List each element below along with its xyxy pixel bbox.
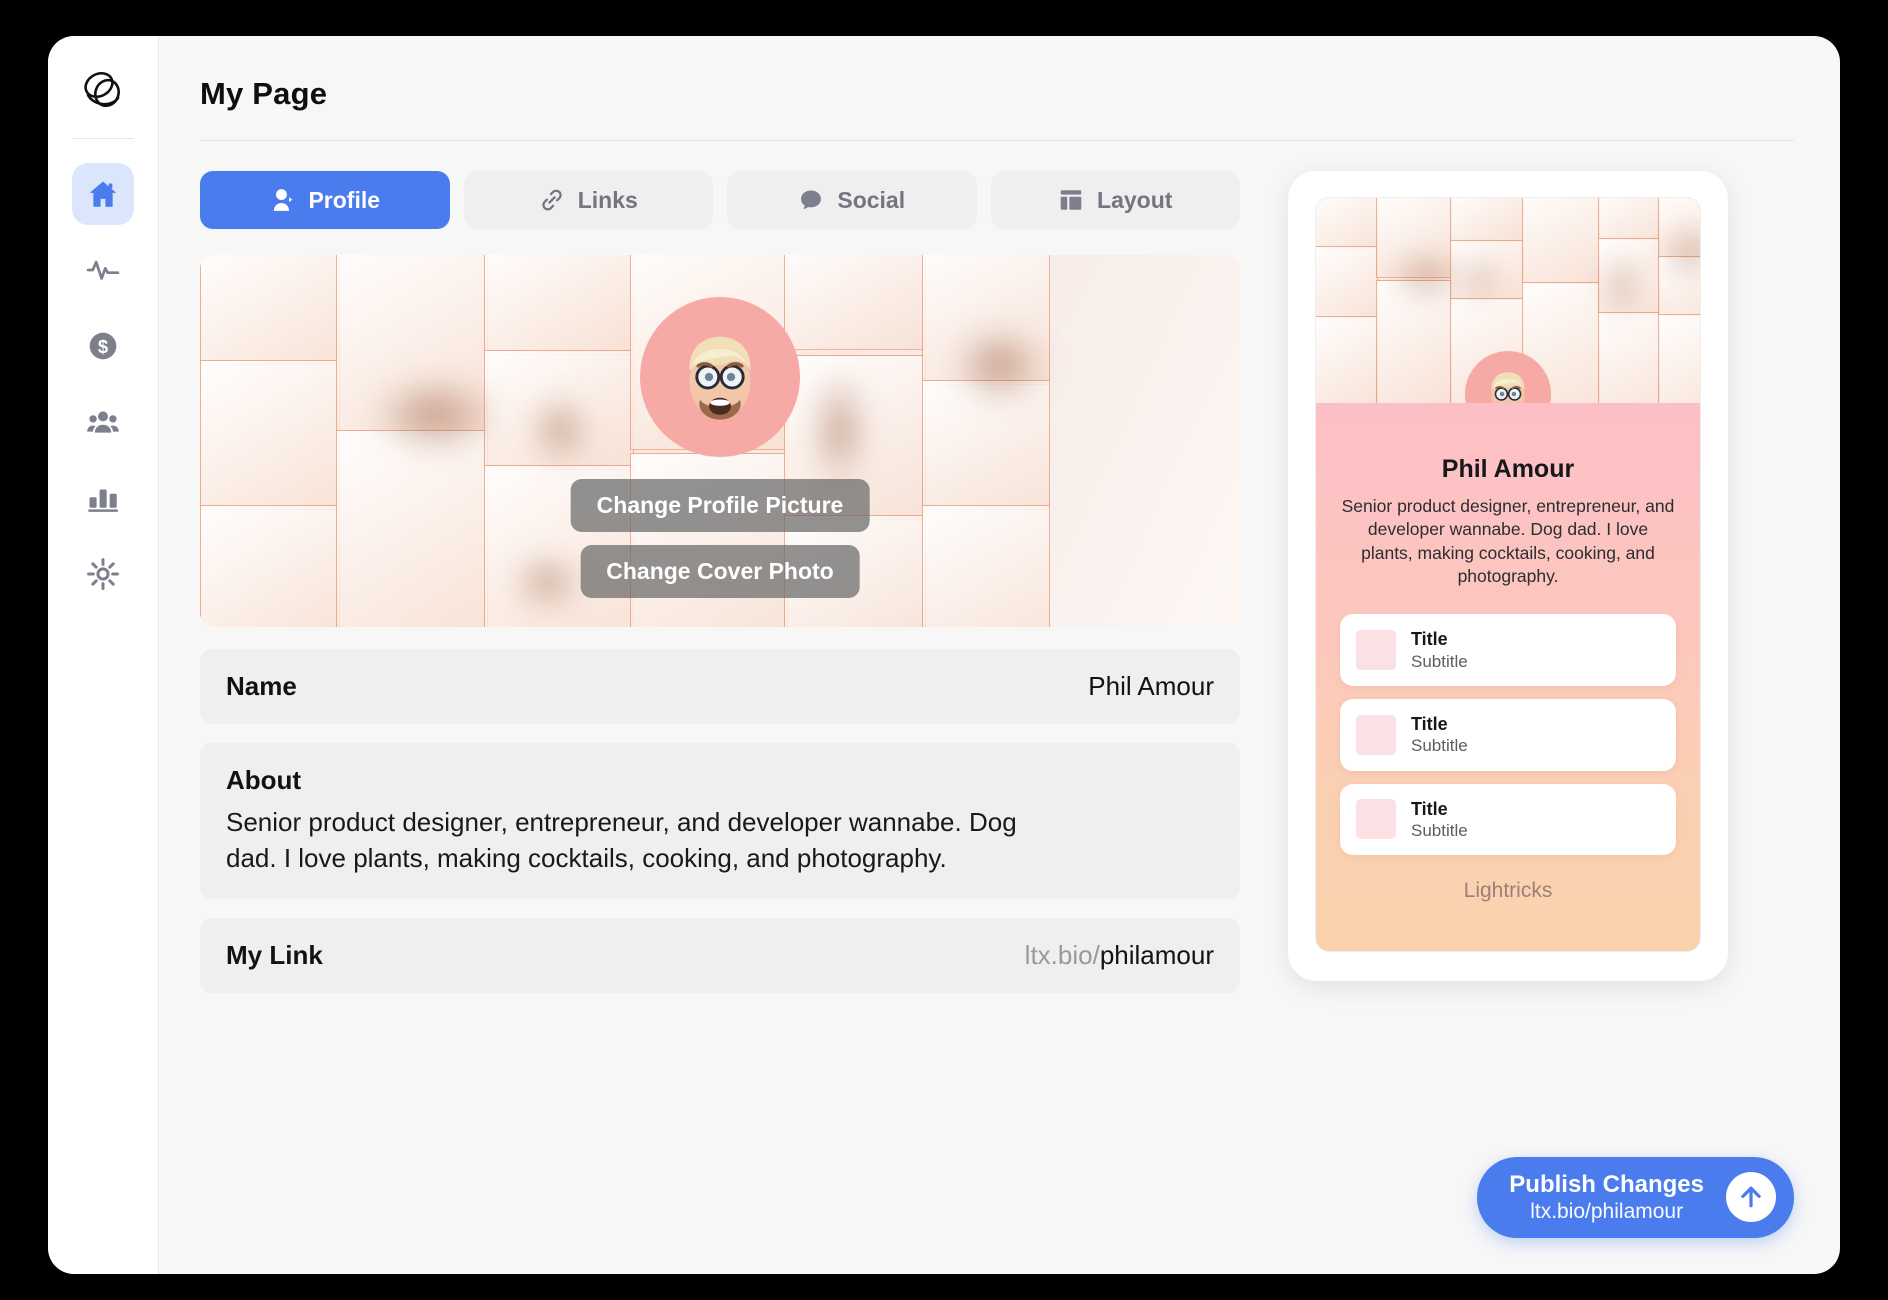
tab-links[interactable]: Links	[463, 171, 713, 229]
field-my-link[interactable]: My Link ltx.bio/philamour	[200, 917, 1240, 993]
link-title: Title	[1411, 713, 1448, 734]
link-thumbnail	[1356, 714, 1396, 755]
tab-social[interactable]: Social	[727, 171, 977, 229]
preview-column: Phil Amour Senior product designer, entr…	[1288, 171, 1728, 1274]
tab-layout[interactable]: Layout	[990, 171, 1240, 229]
memoji-avatar	[689, 336, 751, 420]
person-icon	[269, 187, 295, 213]
preview-body: Phil Amour Senior product designer, entr…	[1316, 403, 1700, 951]
field-name[interactable]: Name Phil Amour	[200, 649, 1240, 724]
sidebar-divider	[72, 138, 134, 139]
main-content: My Page Profile Links Social Layout Chan…	[158, 36, 1840, 1274]
preview-name: Phil Amour	[1441, 455, 1575, 483]
editor-column: Profile Links Social Layout Change Profi…	[200, 171, 1240, 1274]
profile-avatar[interactable]	[640, 297, 800, 457]
dollar-coin-icon: $	[86, 329, 120, 363]
memoji-avatar	[1491, 372, 1525, 403]
tab-links-label: Links	[577, 186, 638, 213]
sidebar: $	[48, 36, 158, 1274]
link-subtitle: Subtitle	[1411, 651, 1468, 671]
name-label: Name	[226, 671, 297, 701]
sidebar-item-audience[interactable]	[72, 391, 134, 453]
lightricks-logo-icon[interactable]	[77, 64, 129, 116]
bar-chart-icon	[86, 481, 120, 515]
tab-profile[interactable]: Profile	[200, 171, 450, 229]
sidebar-item-earnings[interactable]: $	[72, 315, 134, 377]
arrow-up-circle-icon	[1726, 1172, 1776, 1223]
publish-title: Publish Changes	[1509, 1170, 1704, 1198]
about-label: About	[226, 765, 302, 795]
svg-text:$: $	[98, 336, 108, 357]
my-link-domain: ltx.bio/	[1024, 939, 1100, 970]
link-thumbnail	[1356, 629, 1396, 670]
publish-changes-button[interactable]: Publish Changes ltx.bio/philamour	[1477, 1156, 1794, 1238]
phone-preview-screen: Phil Amour Senior product designer, entr…	[1316, 198, 1700, 951]
tab-profile-label: Profile	[308, 186, 381, 213]
sidebar-item-analytics[interactable]	[72, 467, 134, 529]
my-link-label: My Link	[226, 939, 323, 970]
app-window: $ My Page Profile Links Social Layout Ch…	[48, 36, 1840, 1274]
people-group-icon	[86, 405, 120, 439]
publish-subtitle: ltx.bio/philamour	[1530, 1199, 1684, 1223]
preview-link-card[interactable]: Title Subtitle	[1340, 614, 1676, 686]
preview-footer-brand: Lightricks	[1463, 879, 1553, 902]
sidebar-item-activity[interactable]	[72, 239, 134, 301]
preview-link-card[interactable]: Title Subtitle	[1340, 783, 1676, 856]
my-link-slug: philamour	[1099, 939, 1214, 970]
phone-preview-frame: Phil Amour Senior product designer, entr…	[1288, 171, 1728, 981]
cover-photo[interactable]: Change Profile Picture Change Cover Phot…	[200, 255, 1240, 627]
my-link-value[interactable]: ltx.bio/philamour	[1025, 940, 1214, 971]
speech-bubble-icon	[798, 187, 824, 213]
preview-link-list: Title Subtitle Title Subtitle Title Subt…	[1340, 614, 1676, 856]
screen: $ My Page Profile Links Social Layout Ch…	[0, 0, 1888, 1300]
link-chain-icon	[539, 187, 565, 213]
layout-grid-icon	[1058, 187, 1084, 213]
tab-layout-label: Layout	[1097, 186, 1173, 213]
link-subtitle: Subtitle	[1411, 736, 1468, 756]
preview-bio: Senior product designer, entrepreneur, a…	[1341, 496, 1675, 586]
title-divider	[200, 140, 1794, 141]
name-value[interactable]: Phil Amour	[1088, 671, 1214, 702]
gear-icon	[86, 557, 120, 591]
preview-cover-photo	[1316, 198, 1700, 403]
field-about[interactable]: About Senior product designer, entrepren…	[200, 743, 1240, 899]
cover-buttons: Change Profile Picture Change Cover Phot…	[570, 479, 870, 598]
change-profile-picture-button[interactable]: Change Profile Picture	[570, 479, 870, 532]
publish-text-block: Publish Changes ltx.bio/philamour	[1509, 1171, 1704, 1225]
preview-link-card[interactable]: Title Subtitle	[1340, 698, 1676, 771]
sidebar-item-home[interactable]	[72, 163, 134, 225]
activity-pulse-icon	[86, 253, 120, 287]
about-value[interactable]: Senior product designer, entrepreneur, a…	[226, 805, 1066, 877]
link-thumbnail	[1356, 799, 1396, 840]
content-row: Profile Links Social Layout Change Profi…	[200, 171, 1794, 1274]
link-title: Title	[1411, 798, 1448, 819]
page-title: My Page	[200, 76, 328, 111]
tab-bar: Profile Links Social Layout	[200, 171, 1240, 229]
home-icon	[86, 177, 120, 211]
sidebar-item-settings[interactable]	[72, 543, 134, 605]
tab-social-label: Social	[837, 186, 906, 213]
link-subtitle: Subtitle	[1411, 821, 1468, 841]
change-cover-photo-button[interactable]: Change Cover Photo	[580, 545, 860, 598]
link-title: Title	[1411, 629, 1448, 650]
